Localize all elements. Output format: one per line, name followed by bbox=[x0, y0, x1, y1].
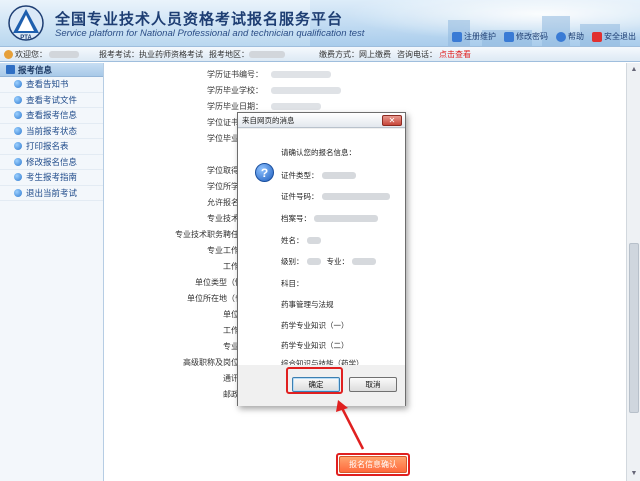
sidebar-item-view-info[interactable]: 查看报考信息 bbox=[0, 108, 103, 124]
bullet-icon bbox=[14, 188, 22, 197]
user-info-bar: 欢迎您： 报考考试： 执业药师资格考试 报考地区： 缴费方式： 网上缴费 咨询电… bbox=[0, 46, 640, 62]
bullet-icon bbox=[14, 157, 22, 166]
sidebar-item-notice[interactable]: 查看告知书 bbox=[0, 77, 103, 93]
scroll-thumb[interactable] bbox=[629, 243, 639, 413]
header-links: 注册维护 修改密码 帮助 安全退出 bbox=[452, 31, 636, 42]
page-scrollbar[interactable]: ▲ ▼ bbox=[626, 63, 640, 481]
dialog-field: 姓名： bbox=[281, 235, 321, 246]
form-row: 学历证书编号： bbox=[105, 66, 625, 82]
site-subtitle: Service platform for National Profession… bbox=[55, 28, 365, 39]
dialog-body: ? 请确认您的报名信息： 证件类型： 证件号码： 档案号： 姓名： 级别： 专业：… bbox=[238, 129, 405, 368]
welcome-label: 欢迎您： bbox=[15, 49, 47, 59]
dialog-field: 证件号码： bbox=[281, 191, 390, 202]
link-label: 帮助 bbox=[568, 32, 584, 41]
confirm-dialog: 来自网页的消息 ✕ ? 请确认您的报名信息： 证件类型： 证件号码： 档案号： … bbox=[237, 112, 406, 406]
logout-link[interactable]: 安全退出 bbox=[592, 31, 636, 42]
region-label: 报考地区： bbox=[209, 49, 249, 59]
dialog-field: 证件类型： bbox=[281, 170, 356, 181]
link-label: 安全退出 bbox=[604, 32, 636, 41]
site-title: 全国专业技术人员资格考试报名服务平台 bbox=[55, 11, 344, 28]
bullet-icon bbox=[14, 95, 22, 104]
field-value bbox=[321, 172, 356, 179]
scroll-up-arrow-icon[interactable]: ▲ bbox=[629, 65, 639, 75]
exam-label: 报考考试： bbox=[99, 49, 139, 59]
help-link[interactable]: 帮助 bbox=[556, 31, 584, 42]
sidebar: 报考信息 查看告知书 查看考试文件 查看报考信息 当前报考状态 打印报名表 修改… bbox=[0, 63, 104, 481]
sidebar-item-label: 查看考试文件 bbox=[26, 94, 78, 105]
user-icon bbox=[4, 49, 13, 59]
bullet-icon bbox=[14, 111, 22, 120]
fee-label: 缴费方式： bbox=[319, 49, 359, 59]
highlight-box bbox=[286, 367, 343, 394]
form-value bbox=[271, 86, 341, 94]
exit-icon bbox=[592, 31, 602, 42]
sidebar-item-label: 退出当前考试 bbox=[26, 187, 78, 198]
subject-item: 药学专业知识（二） bbox=[281, 341, 349, 350]
sidebar-item-status[interactable]: 当前报考状态 bbox=[0, 124, 103, 139]
field-value bbox=[306, 258, 321, 265]
fee-value: 网上缴费 bbox=[359, 49, 391, 59]
dialog-title: 来自网页的消息 bbox=[242, 115, 295, 125]
phone-label: 咨询电话： bbox=[397, 49, 437, 59]
close-icon[interactable]: ✕ bbox=[382, 115, 402, 126]
svg-text:PTA: PTA bbox=[20, 35, 32, 41]
key-icon bbox=[504, 31, 514, 42]
link-label: 修改密码 bbox=[516, 32, 548, 41]
form-value bbox=[271, 102, 321, 110]
dialog-heading: 请确认您的报名信息： bbox=[281, 148, 356, 157]
register-maintenance-link[interactable]: 注册维护 bbox=[452, 31, 496, 42]
help-icon bbox=[556, 31, 566, 42]
form-label: 学历证书编号： bbox=[207, 69, 263, 79]
subject-item: 药学专业知识（一） bbox=[281, 321, 349, 330]
field-value bbox=[352, 258, 376, 265]
sidebar-header-label: 报考信息 bbox=[18, 64, 53, 75]
sidebar-item-exit-exam[interactable]: 退出当前考试 bbox=[0, 186, 103, 201]
sidebar-item-guide[interactable]: 考生报考指南 bbox=[0, 170, 103, 186]
bullet-icon bbox=[14, 126, 22, 135]
sidebar-item-label: 修改报名信息 bbox=[26, 156, 78, 167]
subject-item: 药事管理与法规 bbox=[281, 300, 334, 309]
exam-value: 执业药师资格考试 bbox=[139, 49, 203, 59]
pta-logo-icon: PTA bbox=[8, 5, 44, 41]
edit-icon bbox=[452, 31, 462, 42]
sidebar-item-label: 查看报考信息 bbox=[26, 110, 78, 121]
site-header: PTA 全国专业技术人员资格考试报名服务平台 Service platform … bbox=[0, 0, 640, 46]
bullet-icon bbox=[14, 142, 22, 151]
user-name-value bbox=[49, 50, 79, 58]
sidebar-item-label: 查看告知书 bbox=[26, 79, 69, 90]
form-label: 学历毕业日期： bbox=[207, 101, 263, 111]
question-icon: ? bbox=[255, 163, 274, 182]
dialog-field: 档案号： bbox=[281, 213, 378, 224]
folder-icon bbox=[6, 65, 15, 74]
confirm-registration-button[interactable]: 报名信息确认 bbox=[339, 456, 407, 473]
form-label: 学历毕业学校： bbox=[207, 85, 263, 95]
bullet-icon bbox=[14, 173, 22, 182]
dialog-field: 科目： bbox=[281, 279, 304, 288]
bullet-icon bbox=[14, 80, 22, 89]
sidebar-header: 报考信息 bbox=[0, 63, 103, 77]
region-value bbox=[249, 50, 285, 58]
sidebar-item-print[interactable]: 打印报名表 bbox=[0, 139, 103, 155]
sidebar-item-label: 当前报考状态 bbox=[26, 125, 78, 136]
sidebar-item-edit[interactable]: 修改报名信息 bbox=[0, 155, 103, 170]
sidebar-item-label: 打印报名表 bbox=[26, 141, 69, 152]
dialog-field: 级别： 专业： bbox=[281, 256, 376, 267]
field-value bbox=[314, 215, 378, 222]
dialog-title-bar: 来自网页的消息 ✕ bbox=[238, 113, 405, 128]
link-label: 注册维护 bbox=[464, 32, 496, 41]
cancel-button[interactable]: 取消 bbox=[349, 377, 397, 392]
form-value bbox=[271, 70, 331, 78]
form-row: 学历毕业学校： bbox=[105, 82, 625, 98]
change-password-link[interactable]: 修改密码 bbox=[504, 31, 548, 42]
sidebar-item-exam-files[interactable]: 查看考试文件 bbox=[0, 93, 103, 108]
sidebar-item-label: 考生报考指南 bbox=[26, 172, 78, 183]
phone-view-link[interactable]: 点击查看 bbox=[439, 49, 471, 60]
field-value bbox=[321, 193, 390, 200]
scroll-down-arrow-icon[interactable]: ▼ bbox=[629, 469, 639, 479]
field-value bbox=[306, 237, 321, 244]
